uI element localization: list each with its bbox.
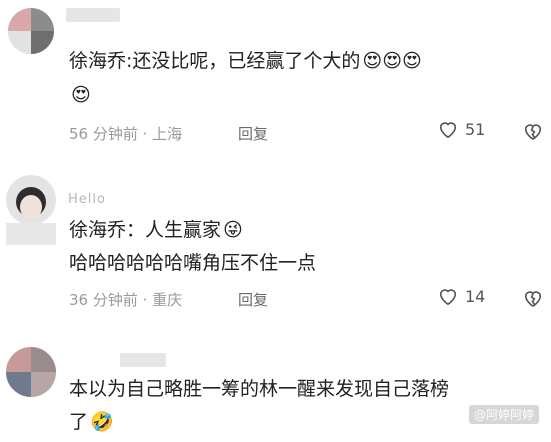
emoji: 😜 [223, 219, 243, 241]
comment-text-line: 哈哈哈哈哈哈嘴角压不住一点 [69, 252, 317, 274]
heart-outline-icon [439, 289, 457, 306]
comment-text-line: 了 [69, 411, 89, 433]
comment-time-location: 36 分钟前 · 重庆 [69, 291, 183, 309]
emoji: 😍😍😍 [362, 50, 422, 72]
avatar[interactable] [6, 347, 56, 397]
broken-heart-icon[interactable] [522, 121, 544, 141]
comment-text: 徐海乔：人生赢家 😜 [69, 215, 243, 246]
emoji: 😍 [71, 84, 91, 106]
like-count: 51 [465, 119, 486, 139]
emoji: 🤣 [90, 411, 114, 433]
username-mosaic [66, 8, 120, 22]
comment-text: 徐海乔:还没比呢，已经赢了个大的 😍😍😍 [69, 46, 422, 77]
heart-outline-icon [439, 122, 457, 139]
watermark: @阿婷阿婷 [468, 405, 539, 424]
comment-text-line: 徐海乔：人生赢家 [69, 219, 222, 241]
comment-item: 徐海乔:还没比呢，已经赢了个大的 😍😍😍 😍 56 分钟前 · 上海 回复 51 [0, 0, 551, 160]
reply-button[interactable]: 回复 [238, 289, 268, 310]
comment-text: 哈哈哈哈哈哈嘴角压不住一点 [69, 248, 318, 279]
like-count: 14 [465, 286, 486, 306]
comment-item: 本以为自己略胜一筹的林一醒来发现自己落榜 了 🤣 [0, 335, 551, 442]
comment-text: 了 🤣 [69, 407, 114, 438]
comment-text: 😍 [69, 80, 91, 111]
avatar[interactable] [6, 175, 56, 225]
comment-text: 本以为自己略胜一筹的林一醒来发现自己落榜 [69, 374, 449, 405]
comment-item: Hello 徐海乔：人生赢家 😜 哈哈哈哈哈哈嘴角压不住一点 36 分钟前 · 重… [0, 165, 551, 320]
like-button[interactable]: 51 [437, 119, 485, 139]
username[interactable]: Hello [68, 192, 106, 207]
like-button[interactable]: 14 [437, 286, 485, 306]
username-mosaic [120, 353, 166, 367]
broken-heart-icon[interactable] [522, 288, 544, 308]
reply-button[interactable]: 回复 [238, 123, 268, 144]
avatar-mosaic [6, 223, 56, 245]
comment-text-line: 本以为自己略胜一筹的林一醒来发现自己落榜 [69, 378, 450, 400]
avatar[interactable] [8, 8, 54, 54]
comment-text-line: 徐海乔:还没比呢，已经赢了个大的 [69, 50, 361, 72]
comment-time-location: 56 分钟前 · 上海 [69, 125, 183, 143]
